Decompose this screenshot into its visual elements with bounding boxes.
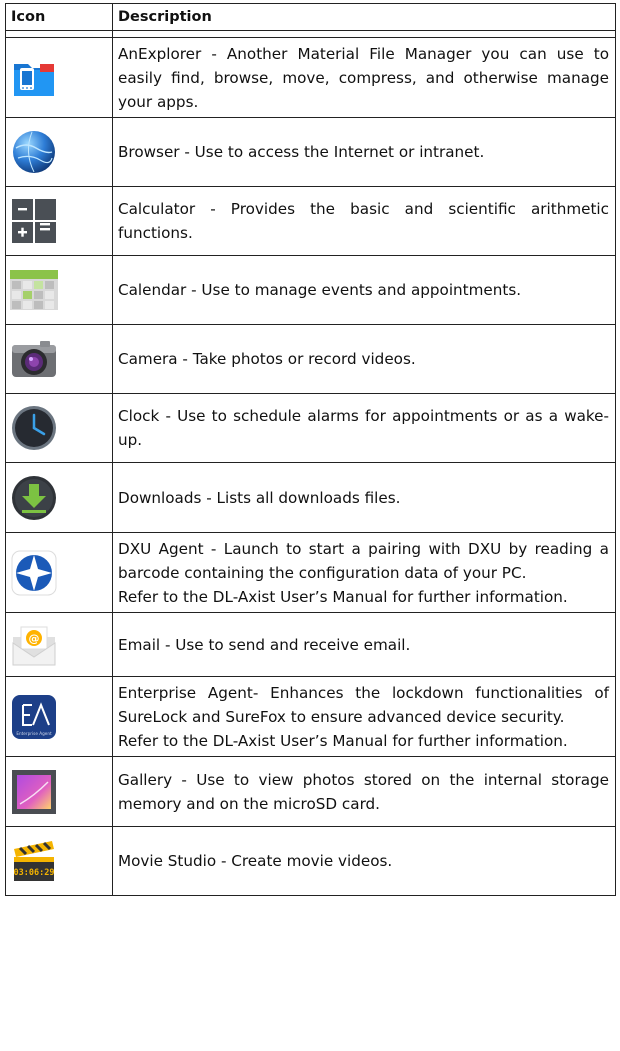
icon-cell: 03:06:29 [5, 826, 113, 896]
icon-cell [5, 186, 113, 256]
row-description-note: Refer to the DL-Axist User’s Manual for … [118, 587, 568, 606]
globe-icon [13, 131, 55, 173]
clapperboard-timecode: 03:06:29 [14, 868, 55, 878]
row-description-main: DXU Agent - Launch to start a pairing wi… [118, 539, 609, 582]
icon-column-header: Icon [5, 3, 113, 31]
table-row: Gallery - Use to view photos stored on t… [5, 756, 616, 827]
row-description: DXU Agent - Launch to start a pairing wi… [112, 532, 616, 613]
icon-cell [5, 532, 113, 613]
description-column-header: Description [112, 3, 616, 31]
table-row: Downloads - Lists all downloads files. [5, 462, 616, 533]
row-description: Email - Use to send and receive email. [112, 612, 616, 677]
table-row: Enterprise Agent Enterprise Agent- Enhan… [5, 676, 616, 757]
icon-cell [5, 756, 113, 827]
table-row: Browser - Use to access the Internet or … [5, 117, 616, 187]
row-description: Downloads - Lists all downloads files. [112, 462, 616, 533]
row-description-main: Enterprise Agent- Enhances the lockdown … [118, 683, 609, 726]
icon-cell: @ [5, 612, 113, 677]
icon-cell [5, 255, 113, 325]
table-row: @ Email - Use to send and receive email. [5, 612, 616, 677]
calendar-icon [10, 270, 58, 310]
clapperboard-icon: 03:06:29 [14, 841, 55, 881]
table-header-row: Icon Description [5, 3, 616, 31]
row-description: Calculator - Provides the basic and scie… [112, 186, 616, 256]
table-row: Clock - Use to schedule alarms for appoi… [5, 393, 616, 463]
row-description-note: Refer to the DL-Axist User’s Manual for … [118, 731, 568, 750]
icon-cell [5, 393, 113, 463]
table-row: Calendar - Use to manage events and appo… [5, 255, 616, 325]
spacer-row [5, 30, 616, 38]
row-description: Clock - Use to schedule alarms for appoi… [112, 393, 616, 463]
table-row: AnExplorer - Another Material File Manag… [5, 37, 616, 118]
row-description: Enterprise Agent- Enhances the lockdown … [112, 676, 616, 757]
icon-cell: Enterprise Agent [5, 676, 113, 757]
row-description: Calendar - Use to manage events and appo… [112, 255, 616, 325]
icon-cell [5, 462, 113, 533]
table-row: DXU Agent - Launch to start a pairing wi… [5, 532, 616, 613]
enterprise-agent-icon: Enterprise Agent [12, 694, 56, 739]
table-row: Calculator - Provides the basic and scie… [5, 186, 616, 256]
app-icon-table: Icon Description AnExplorer - Another Ma… [5, 3, 616, 896]
calculator-icon [12, 199, 56, 243]
svg-text:@: @ [29, 632, 40, 645]
row-description: Camera - Take photos or record videos. [112, 324, 616, 394]
row-description: Gallery - Use to view photos stored on t… [112, 756, 616, 827]
table-row: 03:06:29 Movie Studio - Create movie vid… [5, 826, 616, 896]
table-row: Camera - Take photos or record videos. [5, 324, 616, 394]
row-description: AnExplorer - Another Material File Manag… [112, 37, 616, 118]
icon-cell [5, 37, 113, 118]
clock-icon [12, 406, 56, 450]
compass-star-icon [11, 550, 57, 595]
download-icon [12, 475, 56, 520]
row-description: Movie Studio - Create movie videos. [112, 826, 616, 896]
email-envelope-icon: @ [12, 626, 56, 665]
camera-icon [12, 341, 56, 377]
row-description: Browser - Use to access the Internet or … [112, 117, 616, 187]
folder-phone-icon [14, 63, 54, 96]
enterprise-agent-icon-label: Enterprise Agent [16, 731, 52, 736]
icon-cell [5, 117, 113, 187]
icon-cell [5, 324, 113, 394]
gallery-icon [12, 769, 56, 814]
